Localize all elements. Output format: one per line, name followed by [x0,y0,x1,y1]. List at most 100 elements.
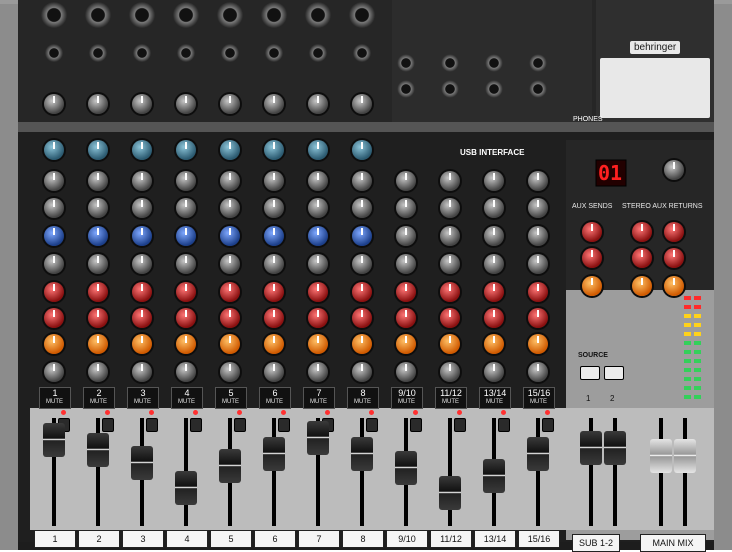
fx-send-knob[interactable] [396,334,416,354]
mute-button[interactable] [454,418,466,432]
master-aux-knob[interactable] [664,222,684,242]
eq-knob[interactable] [352,226,372,246]
aux-send-knob[interactable] [396,282,416,302]
channel-fader[interactable] [395,451,417,486]
eq-knob[interactable] [528,226,548,246]
pan-knob[interactable] [352,362,372,382]
line-input-jack-right[interactable] [397,80,415,98]
aux-send-knob[interactable] [220,282,240,302]
eq-knob[interactable] [220,171,240,191]
gain-trim-knob[interactable] [44,140,64,160]
bus-assign-button[interactable] [604,366,624,380]
line-input-jack-left[interactable] [441,54,459,72]
eq-knob[interactable] [176,226,196,246]
channel-fader[interactable] [87,432,109,467]
aux-send-knob[interactable] [176,308,196,328]
gain-trim-knob[interactable] [308,140,328,160]
eq-knob[interactable] [396,171,416,191]
bus-assign-button[interactable] [580,366,600,380]
eq-knob[interactable] [88,254,108,274]
eq-knob[interactable] [44,171,64,191]
program-knob[interactable] [664,160,684,180]
xlr-input-jack[interactable] [261,2,287,28]
master-aux-knob[interactable] [582,222,602,242]
pan-knob[interactable] [176,362,196,382]
aux-send-knob[interactable] [440,282,460,302]
eq-knob[interactable] [528,198,548,218]
gain-knob[interactable] [132,94,152,114]
fx-send-knob[interactable] [352,334,372,354]
channel-fader[interactable] [439,475,461,510]
channel-fader[interactable] [175,471,197,506]
eq-knob[interactable] [440,198,460,218]
mute-button[interactable] [366,418,378,432]
eq-knob[interactable] [484,198,504,218]
fx-send-knob[interactable] [440,334,460,354]
eq-knob[interactable] [484,254,504,274]
pan-knob[interactable] [88,362,108,382]
mute-button[interactable] [146,418,158,432]
channel-fader[interactable] [43,423,65,458]
eq-knob[interactable] [132,171,152,191]
master-aux-knob[interactable] [664,248,684,268]
pan-knob[interactable] [132,362,152,382]
eq-knob[interactable] [88,171,108,191]
eq-knob[interactable] [308,226,328,246]
aux-send-knob[interactable] [440,308,460,328]
eq-knob[interactable] [396,254,416,274]
eq-knob[interactable] [484,226,504,246]
eq-knob[interactable] [396,198,416,218]
aux-send-knob[interactable] [88,308,108,328]
fx-send-knob[interactable] [308,334,328,354]
eq-knob[interactable] [264,171,284,191]
eq-knob[interactable] [264,226,284,246]
line-input-jack-right[interactable] [441,80,459,98]
channel-fader[interactable] [131,446,153,481]
eq-knob[interactable] [484,171,504,191]
line-input-jack-right[interactable] [529,80,547,98]
line-input-jack[interactable] [309,44,327,62]
xlr-input-jack[interactable] [129,2,155,28]
line-input-jack[interactable] [353,44,371,62]
eq-knob[interactable] [528,171,548,191]
mute-button[interactable] [410,418,422,432]
eq-knob[interactable] [176,171,196,191]
sub-fader-2[interactable] [604,431,626,466]
eq-knob[interactable] [308,198,328,218]
mute-button[interactable] [190,418,202,432]
master-aux-knob[interactable] [632,222,652,242]
gain-knob[interactable] [88,94,108,114]
fx-send-knob[interactable] [176,334,196,354]
line-input-jack-right[interactable] [485,80,503,98]
eq-knob[interactable] [132,226,152,246]
aux-send-knob[interactable] [528,282,548,302]
gain-trim-knob[interactable] [132,140,152,160]
eq-knob[interactable] [220,226,240,246]
xlr-input-jack[interactable] [173,2,199,28]
eq-knob[interactable] [132,254,152,274]
pan-knob[interactable] [528,362,548,382]
eq-knob[interactable] [264,254,284,274]
pan-knob[interactable] [484,362,504,382]
aux-send-knob[interactable] [44,308,64,328]
eq-knob[interactable] [44,198,64,218]
xlr-input-jack[interactable] [217,2,243,28]
gain-knob[interactable] [44,94,64,114]
eq-knob[interactable] [44,254,64,274]
master-aux-knob[interactable] [632,276,652,296]
aux-send-knob[interactable] [308,308,328,328]
master-aux-knob[interactable] [582,276,602,296]
mute-button[interactable] [542,418,554,432]
pan-knob[interactable] [44,362,64,382]
channel-fader[interactable] [527,436,549,471]
line-input-jack[interactable] [45,44,63,62]
eq-knob[interactable] [352,254,372,274]
aux-send-knob[interactable] [484,282,504,302]
pan-knob[interactable] [264,362,284,382]
eq-knob[interactable] [308,254,328,274]
sub-fader-1[interactable] [580,431,602,466]
line-input-jack[interactable] [133,44,151,62]
eq-knob[interactable] [352,198,372,218]
fx-send-knob[interactable] [484,334,504,354]
fx-send-knob[interactable] [132,334,152,354]
